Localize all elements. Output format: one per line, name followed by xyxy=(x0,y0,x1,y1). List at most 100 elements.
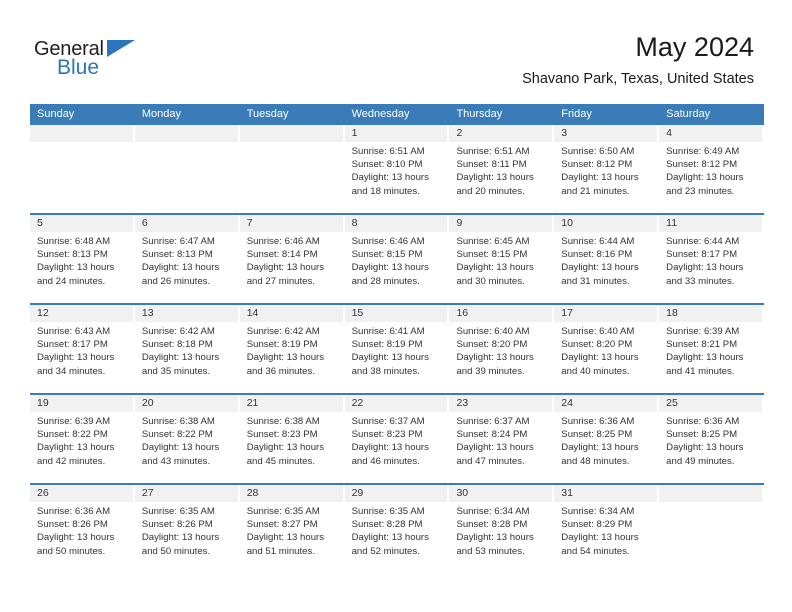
calendar-day-cell[interactable]: 14 Sunrise: 6:42 AM Sunset: 8:19 PM Dayligh… xyxy=(239,305,345,393)
sunset-time: Sunset: 8:15 PM xyxy=(351,249,423,261)
day-number: 4 xyxy=(659,125,763,142)
sunset-time: Sunset: 8:28 PM xyxy=(456,519,528,531)
daylight-duration-line1: Daylight: 13 hours xyxy=(666,172,744,184)
calendar-weeks: 1 Sunrise: 6:51 AM Sunset: 8:10 PM Daylight… xyxy=(30,125,764,573)
calendar-day-cell[interactable]: 10 Sunrise: 6:44 AM Sunset: 8:16 PM Dayligh… xyxy=(554,215,659,303)
sunset-time: Sunset: 8:16 PM xyxy=(561,249,633,261)
daylight-duration-line1: Daylight: 13 hours xyxy=(456,262,534,274)
day-number: 25 xyxy=(659,395,763,412)
logo-triangle-icon xyxy=(107,40,135,57)
daylight-duration-line2: and 28 minutes. xyxy=(351,275,420,287)
calendar-day-cell[interactable]: 22 Sunrise: 6:37 AM Sunset: 8:23 PM Dayligh… xyxy=(344,395,450,483)
daylight-duration-line1: Daylight: 13 hours xyxy=(561,262,639,274)
day-details: Sunrise: 6:50 AM Sunset: 8:12 PM Daylight:… xyxy=(554,142,657,198)
sunset-time: Sunset: 8:13 PM xyxy=(141,249,213,261)
calendar-day-cell[interactable]: 3 Sunrise: 6:50 AM Sunset: 8:12 PM Daylight… xyxy=(554,125,659,213)
page-title-month: May 2024 xyxy=(635,32,754,62)
weekday-header-saturday: Saturday xyxy=(666,108,711,120)
sunset-time: Sunset: 8:23 PM xyxy=(351,429,423,441)
daylight-duration-line1: Daylight: 13 hours xyxy=(561,442,639,454)
sunset-time: Sunset: 8:22 PM xyxy=(37,429,108,441)
calendar-week-row: 26 Sunrise: 6:36 AM Sunset: 8:26 PM Dayligh… xyxy=(30,483,764,573)
daylight-duration-line2: and 20 minutes. xyxy=(456,185,525,197)
logo-text-blue: Blue xyxy=(57,56,100,79)
sunrise-time: Sunrise: 6:44 AM xyxy=(561,236,635,247)
calendar-day-cell[interactable]: 16 Sunrise: 6:40 AM Sunset: 8:20 PM Dayligh… xyxy=(449,305,554,393)
generalblue-logo[interactable]: General Blue xyxy=(34,38,154,80)
daylight-duration-line2: and 49 minutes. xyxy=(666,455,735,467)
calendar-day-cell[interactable]: 6 Sunrise: 6:47 AM Sunset: 8:13 PM Daylight… xyxy=(134,215,240,303)
sunrise-time: Sunrise: 6:41 AM xyxy=(351,326,425,337)
calendar-day-cell[interactable]: 20 Sunrise: 6:38 AM Sunset: 8:22 PM Dayligh… xyxy=(134,395,240,483)
calendar-day-cell[interactable]: 5 Sunrise: 6:48 AM Sunset: 8:13 PM Daylight… xyxy=(30,215,135,303)
daylight-duration-line1: Daylight: 13 hours xyxy=(246,442,325,454)
sunrise-time: Sunrise: 6:37 AM xyxy=(351,416,425,427)
calendar-day-cell[interactable]: 26 Sunrise: 6:36 AM Sunset: 8:26 PM Dayligh… xyxy=(30,485,135,573)
day-details: Sunrise: 6:34 AM Sunset: 8:29 PM Daylight:… xyxy=(554,502,657,558)
daylight-duration-line2: and 27 minutes. xyxy=(246,275,315,287)
calendar-day-cell[interactable]: 1 Sunrise: 6:51 AM Sunset: 8:10 PM Daylight… xyxy=(344,125,450,213)
sunrise-time: Sunrise: 6:49 AM xyxy=(666,146,740,157)
daylight-duration-line1: Daylight: 13 hours xyxy=(666,262,744,274)
day-details: Sunrise: 6:51 AM Sunset: 8:10 PM Daylight:… xyxy=(345,142,448,198)
daylight-duration-line2: and 40 minutes. xyxy=(561,365,630,377)
calendar-day-cell[interactable]: 4 Sunrise: 6:49 AM Sunset: 8:12 PM Daylight… xyxy=(659,125,764,213)
calendar-day-cell[interactable]: 15 Sunrise: 6:41 AM Sunset: 8:19 PM Dayligh… xyxy=(344,305,450,393)
calendar-day-cell[interactable]: 9 Sunrise: 6:45 AM Sunset: 8:15 PM Daylight… xyxy=(449,215,554,303)
day-number: 7 xyxy=(239,215,343,232)
sunrise-time: Sunrise: 6:47 AM xyxy=(141,236,215,247)
sunrise-time: Sunrise: 6:35 AM xyxy=(246,506,320,517)
sunset-time: Sunset: 8:26 PM xyxy=(141,519,213,531)
day-number xyxy=(134,125,238,142)
sunset-time: Sunset: 8:29 PM xyxy=(561,519,633,531)
sunset-time: Sunset: 8:20 PM xyxy=(456,339,528,351)
calendar-day-cell[interactable]: 8 Sunrise: 6:46 AM Sunset: 8:15 PM Daylight… xyxy=(344,215,450,303)
day-number: 6 xyxy=(134,215,238,232)
calendar-day-cell[interactable]: 19 Sunrise: 6:39 AM Sunset: 8:22 PM Dayligh… xyxy=(30,395,135,483)
day-details: Sunrise: 6:44 AM Sunset: 8:16 PM Daylight:… xyxy=(554,232,657,288)
calendar-day-cell[interactable]: 29 Sunrise: 6:35 AM Sunset: 8:28 PM Dayligh… xyxy=(344,485,450,573)
daylight-duration-line2: and 42 minutes. xyxy=(37,455,106,467)
weekday-header-thursday: Thursday xyxy=(456,108,503,120)
sunset-time: Sunset: 8:28 PM xyxy=(351,519,423,531)
calendar-day-cell[interactable]: 28 Sunrise: 6:35 AM Sunset: 8:27 PM Dayligh… xyxy=(239,485,345,573)
calendar-day-cell[interactable]: 7 Sunrise: 6:46 AM Sunset: 8:14 PM Daylight… xyxy=(239,215,345,303)
day-details: Sunrise: 6:39 AM Sunset: 8:21 PM Daylight:… xyxy=(659,322,762,378)
day-details: Sunrise: 6:39 AM Sunset: 8:22 PM Daylight:… xyxy=(30,412,133,468)
day-number: 30 xyxy=(449,485,553,502)
sunset-time: Sunset: 8:12 PM xyxy=(561,159,633,171)
calendar-day-cell[interactable]: 27 Sunrise: 6:35 AM Sunset: 8:26 PM Dayligh… xyxy=(134,485,240,573)
calendar-day-cell[interactable]: 11 Sunrise: 6:44 AM Sunset: 8:17 PM Dayligh… xyxy=(659,215,764,303)
day-number: 5 xyxy=(30,215,133,232)
sunset-time: Sunset: 8:17 PM xyxy=(666,249,738,261)
calendar-day-cell[interactable]: 30 Sunrise: 6:34 AM Sunset: 8:28 PM Dayligh… xyxy=(449,485,554,573)
day-details: Sunrise: 6:38 AM Sunset: 8:23 PM Daylight:… xyxy=(240,412,343,468)
calendar-day-cell[interactable]: 21 Sunrise: 6:38 AM Sunset: 8:23 PM Dayligh… xyxy=(239,395,345,483)
daylight-duration-line2: and 33 minutes. xyxy=(666,275,735,287)
calendar-day-cell[interactable]: 23 Sunrise: 6:37 AM Sunset: 8:24 PM Dayligh… xyxy=(449,395,554,483)
calendar-day-cell[interactable]: 24 Sunrise: 6:36 AM Sunset: 8:25 PM Dayligh… xyxy=(554,395,659,483)
day-details: Sunrise: 6:46 AM Sunset: 8:14 PM Daylight:… xyxy=(240,232,343,288)
calendar-day-cell[interactable]: 25 Sunrise: 6:36 AM Sunset: 8:25 PM Dayligh… xyxy=(659,395,764,483)
daylight-duration-line2: and 31 minutes. xyxy=(561,275,630,287)
sunrise-time: Sunrise: 6:38 AM xyxy=(246,416,320,427)
calendar-day-cell[interactable]: 18 Sunrise: 6:39 AM Sunset: 8:21 PM Dayligh… xyxy=(659,305,764,393)
sunrise-time: Sunrise: 6:34 AM xyxy=(456,506,530,517)
calendar-day-cell[interactable]: 17 Sunrise: 6:40 AM Sunset: 8:20 PM Dayligh… xyxy=(554,305,659,393)
daylight-duration-line2: and 43 minutes. xyxy=(141,455,211,467)
calendar-day-cell[interactable]: 31 Sunrise: 6:34 AM Sunset: 8:29 PM Dayligh… xyxy=(554,485,659,573)
daylight-duration-line2: and 23 minutes. xyxy=(666,185,735,197)
calendar-day-cell[interactable]: 12 Sunrise: 6:43 AM Sunset: 8:17 PM Dayligh… xyxy=(30,305,135,393)
calendar-day-cell[interactable]: 2 Sunrise: 6:51 AM Sunset: 8:11 PM Daylight… xyxy=(449,125,554,213)
calendar-day-cell[interactable]: 13 Sunrise: 6:42 AM Sunset: 8:18 PM Dayligh… xyxy=(134,305,240,393)
day-number: 24 xyxy=(554,395,658,412)
sunrise-time: Sunrise: 6:46 AM xyxy=(351,236,425,247)
daylight-duration-line2: and 36 minutes. xyxy=(246,365,315,377)
weekday-header-wednesday: Wednesday xyxy=(351,108,410,120)
daylight-duration-line2: and 35 minutes. xyxy=(141,365,211,377)
daylight-duration-line1: Daylight: 13 hours xyxy=(456,442,534,454)
day-number xyxy=(239,125,343,142)
daylight-duration-line1: Daylight: 13 hours xyxy=(141,532,220,544)
day-details: Sunrise: 6:36 AM Sunset: 8:25 PM Daylight:… xyxy=(659,412,762,468)
day-number: 27 xyxy=(134,485,238,502)
